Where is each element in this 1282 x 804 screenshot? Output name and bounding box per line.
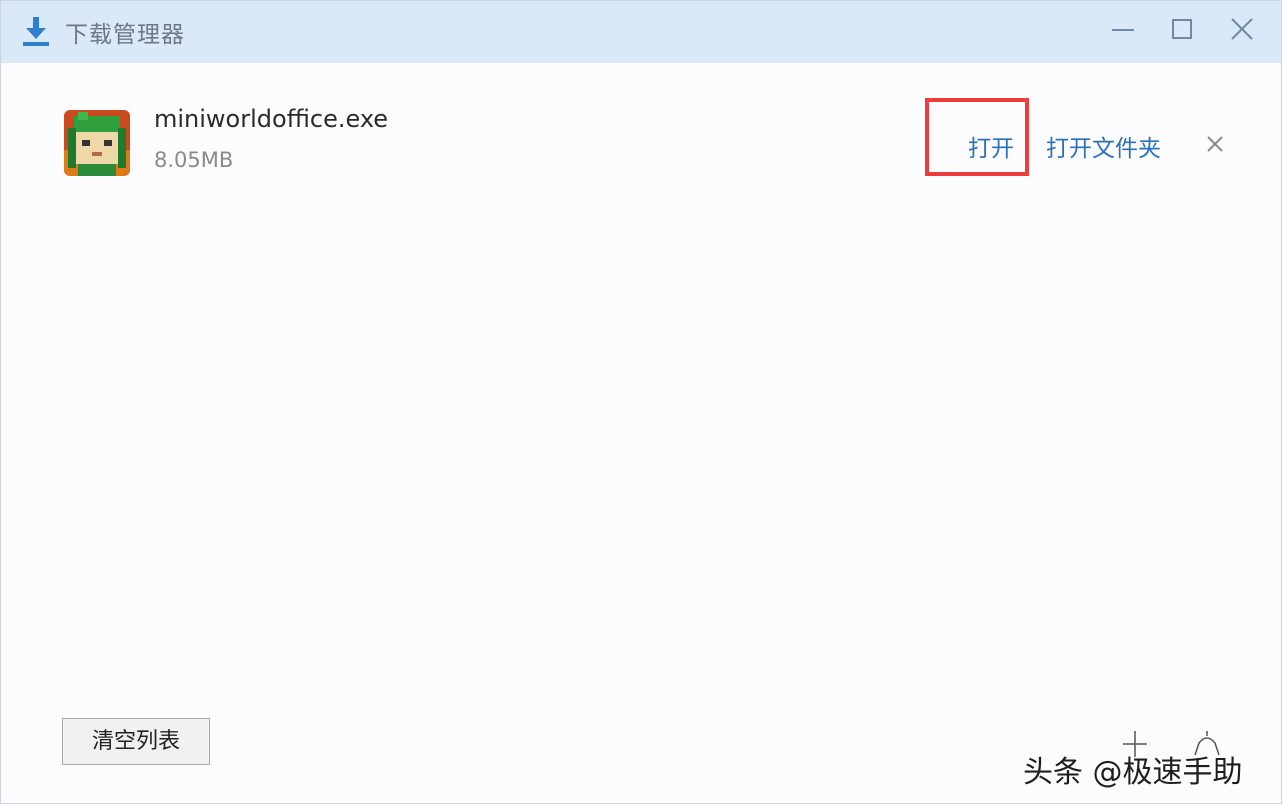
close-icon (1207, 136, 1223, 152)
title-bar[interactable]: 下载管理器 (1, 1, 1281, 63)
close-window-button[interactable] (1222, 13, 1262, 49)
game-app-icon (64, 110, 130, 176)
close-icon (1231, 18, 1253, 40)
download-icon (23, 17, 49, 46)
clear-list-button[interactable]: 清空列表 (62, 718, 210, 765)
window-title: 下载管理器 (65, 22, 185, 48)
maximize-icon (1172, 19, 1192, 39)
open-folder-link[interactable]: 打开文件夹 (1046, 129, 1161, 163)
minimize-icon (1112, 29, 1134, 31)
download-manager-window: 下载管理器 miniworldoffice.exe 8.05MB 打开 打开文件… (0, 0, 1282, 804)
file-name: miniworldoffice.exe (154, 105, 389, 133)
minimize-button[interactable] (1103, 13, 1143, 49)
watermark-text: 头条 @极速手助 (1023, 755, 1243, 790)
open-file-link[interactable]: 打开 (968, 129, 1014, 163)
maximize-button[interactable] (1162, 13, 1202, 49)
remove-item-button[interactable] (1202, 131, 1228, 157)
file-size: 8.05MB (154, 148, 234, 172)
